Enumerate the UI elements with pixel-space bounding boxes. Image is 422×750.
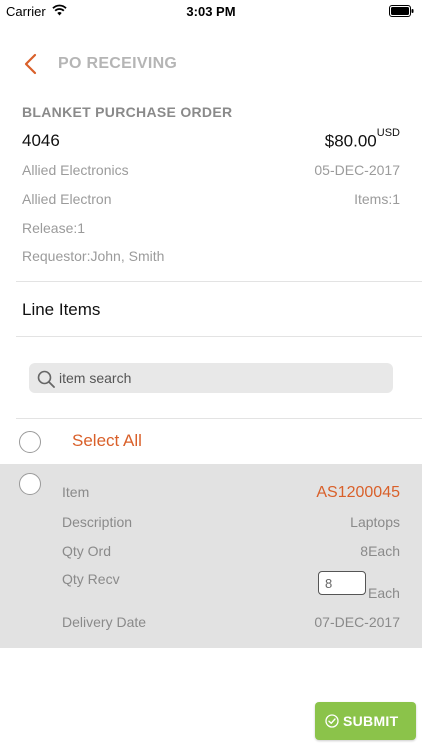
po-date: 05-DEC-2017 bbox=[314, 162, 400, 178]
po-amount-value: $80.00 bbox=[324, 131, 377, 151]
po-items-count: Items:1 bbox=[354, 191, 400, 207]
line-item-radio[interactable] bbox=[19, 473, 41, 495]
divider bbox=[16, 336, 422, 337]
delivery-date-label: Delivery Date bbox=[62, 614, 147, 630]
po-supplier: Allied Electronics bbox=[22, 162, 129, 178]
item-number[interactable]: AS1200045 bbox=[316, 484, 400, 502]
back-chevron-icon[interactable] bbox=[20, 52, 42, 76]
submit-label: SUBMIT bbox=[343, 713, 399, 729]
description-label: Description bbox=[62, 514, 133, 530]
page-title: PO RECEIVING bbox=[58, 55, 178, 72]
qty-ord-label: Qty Ord bbox=[62, 543, 112, 559]
qty-recv-label: Qty Recv bbox=[62, 571, 120, 587]
po-type-label: BLANKET PURCHASE ORDER bbox=[22, 104, 233, 120]
delivery-date-value: 07-DEC-2017 bbox=[314, 614, 400, 630]
line-item-card: Item AS1200045 Description Laptops Qty O… bbox=[0, 464, 422, 648]
divider bbox=[16, 281, 422, 282]
select-all-radio[interactable] bbox=[19, 431, 41, 453]
po-release: Release:1 bbox=[22, 220, 86, 236]
po-requestor: Requestor:John, Smith bbox=[22, 248, 165, 264]
qty-recv-input[interactable] bbox=[318, 571, 366, 595]
po-site: Allied Electron bbox=[22, 191, 112, 207]
select-all-label[interactable]: Select All bbox=[72, 431, 142, 451]
status-bar: Carrier 3:03 PM bbox=[0, 0, 422, 22]
qty-recv-unit: Each bbox=[368, 585, 400, 601]
search-icon bbox=[37, 370, 55, 388]
nav-bar: PO RECEIVING bbox=[0, 42, 422, 86]
battery-icon bbox=[389, 5, 414, 17]
item-label: Item bbox=[62, 484, 90, 500]
line-items-heading: Line Items bbox=[22, 300, 101, 319]
description-value: Laptops bbox=[350, 514, 400, 530]
submit-button[interactable]: SUBMIT bbox=[315, 702, 416, 740]
po-number: 4046 bbox=[22, 131, 60, 150]
check-circle-icon bbox=[325, 714, 339, 728]
po-currency: USD bbox=[376, 127, 400, 139]
divider bbox=[16, 418, 422, 419]
search-bar bbox=[29, 363, 393, 393]
po-amount: $80.00USD bbox=[324, 127, 400, 152]
qty-ord-value: 8Each bbox=[360, 543, 400, 559]
item-search-input[interactable] bbox=[59, 363, 379, 393]
clock: 3:03 PM bbox=[186, 4, 236, 19]
